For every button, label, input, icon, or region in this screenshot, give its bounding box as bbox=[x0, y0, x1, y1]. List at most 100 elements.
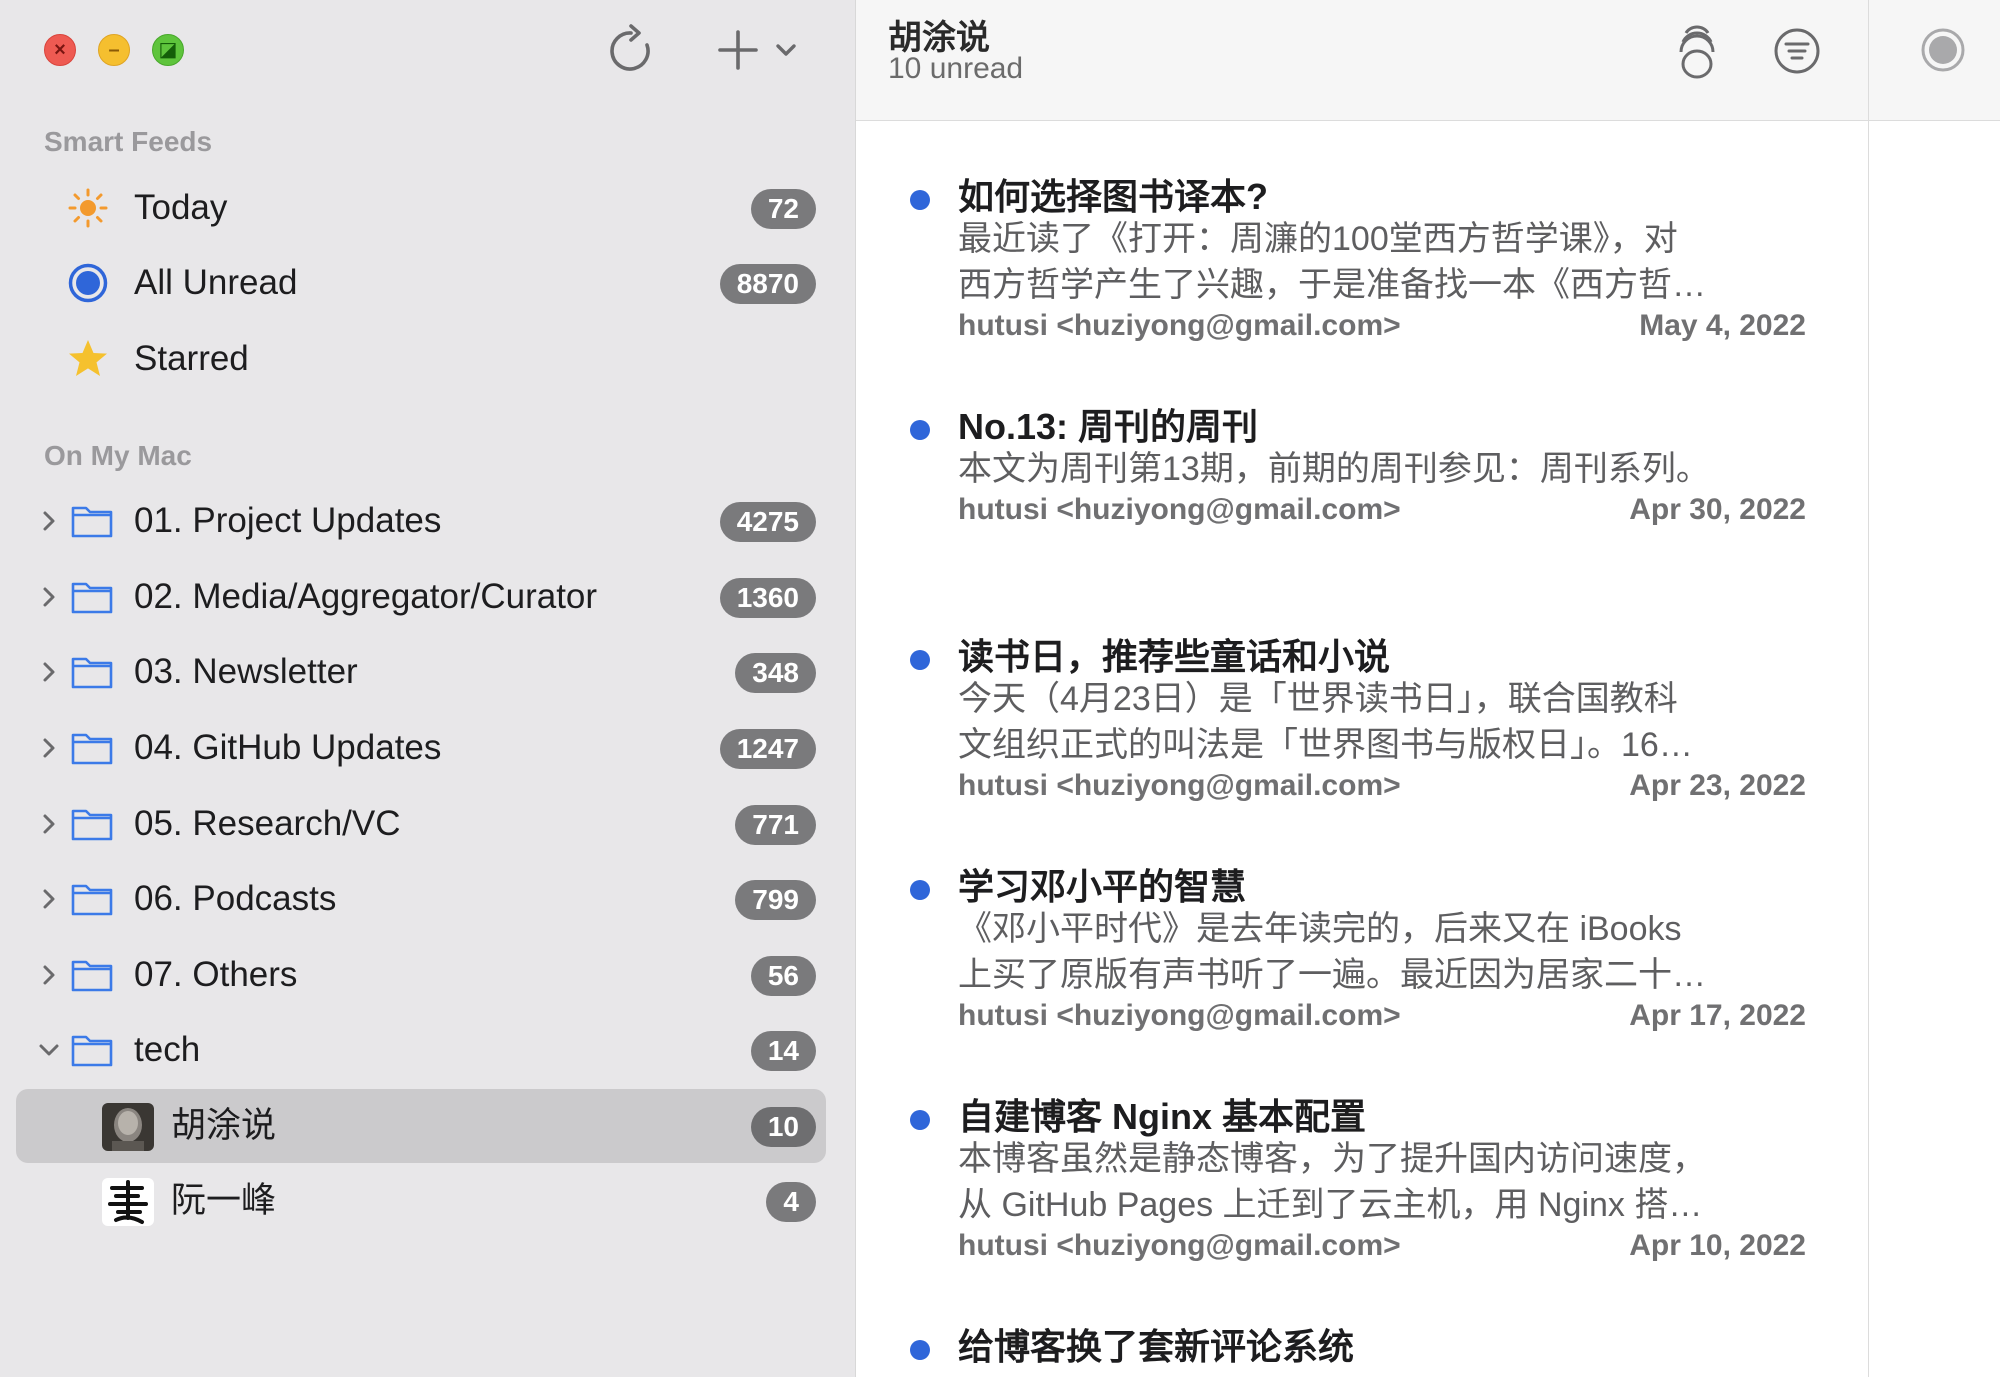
article-summary-line: 本博客虽然是静态博客，为了提升国内访问速度， bbox=[958, 1140, 1706, 1178]
sun-icon bbox=[68, 188, 108, 228]
sidebar-item-label: 01. Project Updates bbox=[134, 501, 442, 540]
sidebar-item-today[interactable]: Today 72 bbox=[16, 171, 826, 245]
sidebar-item-starred[interactable]: Starred bbox=[16, 322, 826, 396]
detail-toolbar bbox=[1869, 0, 2000, 121]
unread-count-badge: 1247 bbox=[719, 729, 816, 769]
article-list-header: 胡涂说 10 unread bbox=[856, 0, 1868, 121]
window-zoom-button[interactable]: ◪ bbox=[152, 34, 184, 66]
unread-dot-icon bbox=[910, 1110, 930, 1130]
chevron-right-icon[interactable] bbox=[36, 811, 62, 837]
refresh-icon bbox=[610, 24, 650, 71]
sidebar-folder-media-aggregator-curator[interactable]: 02. Media/Aggregator/Curator 1360 bbox=[16, 560, 826, 634]
article-title: 读书日，推荐些童话和小说 bbox=[958, 636, 1391, 677]
unread-dot-icon bbox=[910, 190, 930, 210]
article-summary-line: 从 GitHub Pages 上迁到了云主机，用 Nginx 搭… bbox=[958, 1186, 1703, 1224]
sidebar-item-label: 04. GitHub Updates bbox=[134, 728, 442, 767]
article-row[interactable]: 给博客换了套新评论系统 bbox=[856, 1318, 1868, 1377]
mark-all-read-button[interactable] bbox=[1668, 22, 1726, 80]
chevron-right-icon[interactable] bbox=[36, 886, 62, 912]
article-row[interactable]: 学习邓小平的智慧 《邓小平时代》是去年读完的，后来又在 iBooks 上买了原版… bbox=[856, 858, 1868, 1048]
article-title: 给博客换了套新评论系统 bbox=[958, 1326, 1355, 1367]
sidebar-folder-project-updates[interactable]: 01. Project Updates 4275 bbox=[16, 484, 826, 558]
article-date: May 4, 2022 bbox=[1639, 309, 1806, 342]
sidebar: × – ◪ Smart Feeds Today 72 All Unread 88… bbox=[0, 0, 856, 1377]
unread-dot-icon bbox=[910, 880, 930, 900]
article-date: Apr 17, 2022 bbox=[1629, 999, 1806, 1032]
article-detail-pane bbox=[1868, 0, 2000, 1377]
chevron-right-icon[interactable] bbox=[36, 659, 62, 685]
sidebar-folder-others[interactable]: 07. Others 56 bbox=[16, 938, 826, 1012]
window-minimize-button[interactable]: – bbox=[98, 34, 130, 66]
chevron-right-icon[interactable] bbox=[36, 735, 62, 761]
sidebar-feed-hutusi[interactable]: 胡涂说 10 bbox=[16, 1089, 826, 1163]
article-summary-line: 上买了原版有声书听了一遍。最近因为居家二十… bbox=[958, 956, 1706, 994]
zoom-icon: ◪ bbox=[158, 39, 178, 61]
article-row[interactable]: 读书日，推荐些童话和小说 今天（4月23日）是「世界读书日」，联合国教科 文组织… bbox=[856, 628, 1868, 818]
article-author: hutusi <huziyong@gmail.com> bbox=[958, 769, 1401, 802]
chevron-right-icon[interactable] bbox=[36, 584, 62, 610]
folder-icon bbox=[71, 960, 113, 992]
article-author: hutusi <huziyong@gmail.com> bbox=[958, 309, 1401, 342]
article-list-pane: 胡涂说 10 unread 如何选择图书译本? 最近读了《打开：周濂的100堂西… bbox=[856, 0, 1868, 1377]
sidebar-item-label: Starred bbox=[134, 339, 249, 378]
sidebar-feed-ruanyifeng[interactable]: 阮一峰 4 bbox=[16, 1164, 826, 1238]
article-row[interactable]: 自建博客 Nginx 基本配置 本博客虽然是静态博客，为了提升国内访问速度， 从… bbox=[856, 1088, 1868, 1278]
article-row[interactable]: 如何选择图书译本? 最近读了《打开：周濂的100堂西方哲学课》，对 西方哲学产生… bbox=[856, 168, 1868, 358]
filter-button[interactable] bbox=[1768, 22, 1826, 80]
chevron-down-icon[interactable] bbox=[36, 1037, 62, 1063]
plus-icon bbox=[718, 30, 758, 70]
unread-count-badge: 348 bbox=[735, 653, 816, 693]
sidebar-item-label: 02. Media/Aggregator/Curator bbox=[134, 577, 598, 616]
unread-count-text: 10 unread bbox=[888, 52, 1024, 85]
read-status-icon bbox=[1921, 28, 1965, 72]
add-feed-button[interactable] bbox=[710, 22, 806, 78]
unread-dot-icon bbox=[910, 420, 930, 440]
mark-all-read-icon bbox=[1679, 25, 1715, 79]
article-title: 自建博客 Nginx 基本配置 bbox=[958, 1096, 1367, 1137]
sidebar-folder-newsletter[interactable]: 03. Newsletter 348 bbox=[16, 635, 826, 709]
chevron-right-icon[interactable] bbox=[36, 962, 62, 988]
folder-icon bbox=[71, 657, 113, 689]
unread-count-badge: 771 bbox=[735, 805, 816, 845]
unread-count-badge: 4 bbox=[766, 1182, 816, 1222]
chevron-down-icon bbox=[776, 44, 796, 56]
sidebar-item-label: 07. Others bbox=[134, 955, 298, 994]
article-summary: 《邓小平时代》是去年读完的，后来又在 iBooks 上买了原版有声书听了一遍。最… bbox=[958, 906, 1808, 998]
window-close-button[interactable]: × bbox=[44, 34, 76, 66]
article-summary-line: 文组织正式的叫法是「世界图书与版权日」。16… bbox=[958, 726, 1693, 764]
feed-avatar-ruanyifeng bbox=[102, 1178, 154, 1226]
article-summary-line: 西方哲学产生了兴趣，于是准备找一本《西方哲… bbox=[958, 266, 1706, 304]
sidebar-folder-research-vc[interactable]: 05. Research/VC 771 bbox=[16, 787, 826, 861]
article-date: Apr 30, 2022 bbox=[1629, 493, 1806, 526]
folder-icon bbox=[71, 809, 113, 841]
article-summary-line: 《邓小平时代》是去年读完的，后来又在 iBooks bbox=[958, 910, 1682, 948]
filter-icon bbox=[1774, 28, 1820, 74]
on-my-mac-heading: On My Mac bbox=[44, 440, 192, 471]
sidebar-item-label: 06. Podcasts bbox=[134, 879, 337, 918]
sidebar-item-all-unread[interactable]: All Unread 8870 bbox=[16, 246, 826, 320]
unread-count-badge: 799 bbox=[735, 880, 816, 920]
article-summary: 本文为周刊第13期，前期的周刊参见：周刊系列。 bbox=[958, 446, 1808, 492]
article-author: hutusi <huziyong@gmail.com> bbox=[958, 1229, 1401, 1262]
sidebar-folder-tech[interactable]: tech 14 bbox=[16, 1013, 826, 1087]
minimize-icon: – bbox=[108, 39, 120, 61]
sidebar-folder-github-updates[interactable]: 04. GitHub Updates 1247 bbox=[16, 711, 826, 785]
sidebar-item-label: 05. Research/VC bbox=[134, 804, 401, 843]
unread-count-badge: 1360 bbox=[719, 578, 816, 618]
refresh-button[interactable] bbox=[600, 20, 662, 82]
article-date: Apr 10, 2022 bbox=[1629, 1229, 1806, 1262]
unread-dot-icon bbox=[910, 650, 930, 670]
sidebar-item-label: tech bbox=[134, 1030, 201, 1069]
article-summary: 最近读了《打开：周濂的100堂西方哲学课》，对 西方哲学产生了兴趣，于是准备找一… bbox=[958, 216, 1808, 308]
article-row[interactable]: No.13: 周刊的周刊 本文为周刊第13期，前期的周刊参见：周刊系列。 hut… bbox=[856, 398, 1868, 548]
sidebar-folder-podcasts[interactable]: 06. Podcasts 799 bbox=[16, 862, 826, 936]
article-summary: 今天（4月23日）是「世界读书日」，联合国教科 文组织正式的叫法是「世界图书与版… bbox=[958, 676, 1808, 768]
article-author: hutusi <huziyong@gmail.com> bbox=[958, 493, 1401, 526]
article-title: No.13: 周刊的周刊 bbox=[958, 406, 1259, 447]
unread-dot-icon bbox=[910, 1340, 930, 1360]
sidebar-item-label: 阮一峰 bbox=[171, 1181, 277, 1220]
chevron-right-icon[interactable] bbox=[36, 508, 62, 534]
mark-read-toggle-button[interactable] bbox=[1919, 26, 1967, 74]
close-icon: × bbox=[54, 39, 66, 61]
unread-count-badge: 72 bbox=[750, 189, 816, 229]
